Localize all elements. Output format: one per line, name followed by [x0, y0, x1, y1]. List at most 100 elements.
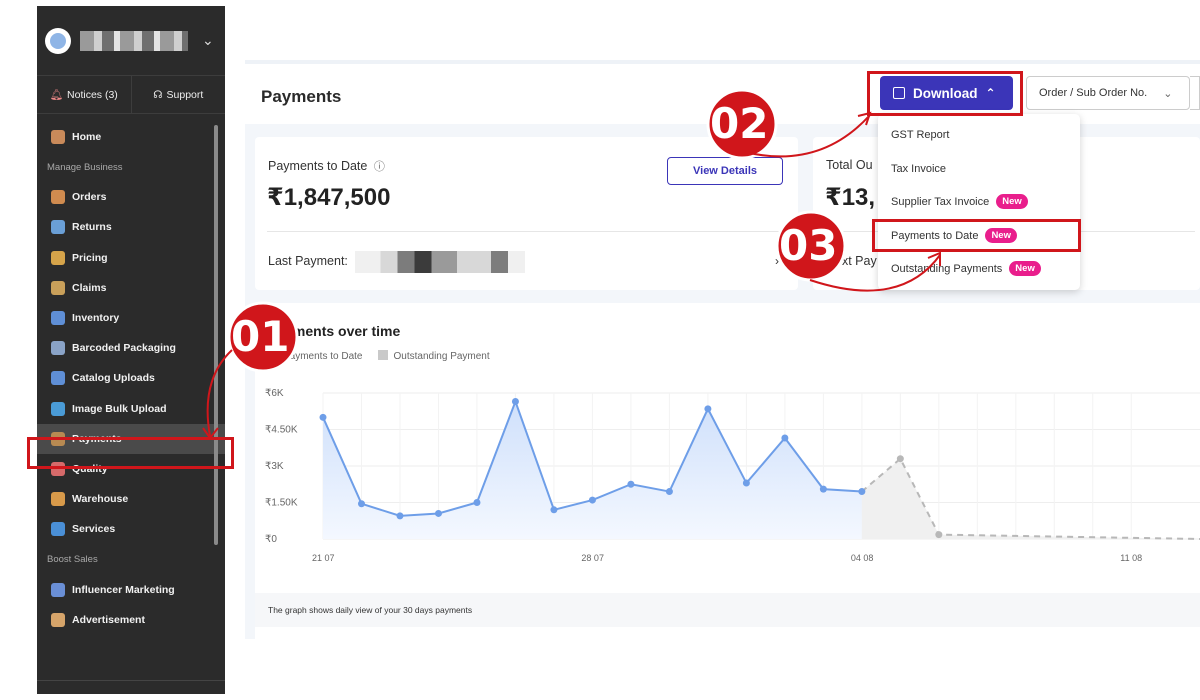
sidebar-item-advertisement[interactable]: Advertisement	[37, 605, 225, 635]
total-outstanding-value: ₹13,	[825, 184, 876, 211]
sidebar-item-orders[interactable]: Orders	[37, 182, 225, 212]
data-point	[781, 434, 789, 442]
y-tick-label: ₹6K	[265, 388, 284, 399]
sidebar-item-returns[interactable]: Returns	[37, 212, 225, 242]
sidebar-footer	[37, 680, 225, 694]
headset-icon: ☊	[153, 88, 163, 101]
account-switcher[interactable]: ⌄	[37, 6, 225, 76]
annotation-box-payments-to-date	[872, 219, 1081, 252]
catalog-icon	[51, 371, 65, 386]
x-tick-label: 04 08	[851, 553, 874, 563]
sidebar-item-home[interactable]: Home	[37, 122, 225, 152]
sidebar-item-label: Returns	[72, 221, 112, 234]
sidebar-item-services[interactable]: Services	[37, 514, 225, 544]
services-icon	[51, 522, 65, 537]
sidebar-item-label: Catalog Uploads	[72, 372, 155, 385]
new-badge: New	[1009, 261, 1041, 276]
order-search-select[interactable]: Order / Sub Order No. ⌄	[1026, 76, 1190, 110]
data-point	[819, 485, 827, 493]
page-title: Payments	[261, 87, 342, 106]
view-details-button[interactable]: View Details	[667, 157, 783, 185]
sidebar-item-image-bulk-upload[interactable]: Image Bulk Upload	[37, 394, 225, 424]
data-point	[511, 398, 519, 406]
sidebar-item-warehouse[interactable]: Warehouse	[37, 484, 225, 514]
legend-outstanding-payment[interactable]: Outstanding Payment	[378, 350, 490, 362]
image-upload-icon	[51, 401, 65, 416]
sidebar-item-label: Claims	[72, 281, 107, 294]
data-point	[742, 479, 750, 487]
x-tick-label: 11 08	[1120, 553, 1142, 563]
inventory-icon	[51, 311, 65, 326]
chart-legend: Payments to Date Outstanding Payment	[268, 350, 490, 362]
data-point	[665, 488, 673, 496]
sidebar-item-label: Orders	[72, 191, 107, 204]
download-dropdown-menu: GST Report Tax Invoice Supplier Tax Invo…	[878, 114, 1080, 290]
data-point	[357, 500, 365, 508]
returns-icon	[51, 220, 65, 235]
sidebar-item-label: Advertisement	[72, 613, 145, 626]
last-payment-redacted	[355, 251, 525, 273]
payments-to-date-card: Payments to Date ⓘ ₹1,847,500 View Detai…	[255, 137, 798, 290]
home-icon	[51, 130, 65, 145]
menu-item-supplier-tax-invoice[interactable]: Supplier Tax Invoice New	[891, 194, 1028, 209]
sidebar-item-pricing[interactable]: Pricing	[37, 243, 225, 273]
graph-footnote: The graph shows daily view of your 30 da…	[255, 593, 1200, 627]
y-tick-label: ₹4.50K	[265, 425, 298, 436]
annotation-box-payments	[27, 437, 234, 469]
sidebar-item-label: Inventory	[72, 312, 120, 325]
sidebar-section-heading: Manage Business	[47, 161, 123, 173]
payments-to-date-value: ₹1,847,500	[267, 184, 391, 211]
support-button[interactable]: ☊ Support	[132, 76, 226, 113]
x-tick-label: 28 07	[581, 553, 604, 563]
pricing-icon	[51, 250, 65, 265]
sidebar-item-claims[interactable]: Claims	[37, 273, 225, 303]
sidebar-item-label: Services	[72, 523, 116, 536]
data-point	[627, 480, 635, 488]
annotation-box-download	[867, 71, 1023, 116]
series-area-outstanding	[861, 458, 1200, 539]
sidebar-item-label: Barcoded Packaging	[72, 342, 176, 355]
sidebar-item-inventory[interactable]: Inventory	[37, 303, 225, 333]
megaphone-icon	[51, 612, 65, 627]
sidebar-item-barcoded-packaging[interactable]: Barcoded Packaging	[37, 333, 225, 363]
data-point	[473, 499, 481, 506]
data-point	[588, 496, 596, 504]
data-point	[396, 512, 404, 520]
menu-item-gst-report[interactable]: GST Report	[891, 129, 950, 141]
y-tick-label: ₹0	[265, 534, 277, 545]
sidebar-item-influencer-marketing[interactable]: Influencer Marketing	[37, 574, 225, 604]
notices-button[interactable]: 🔔︎ Notices (3)	[37, 76, 132, 113]
annotation-number: 01	[231, 312, 290, 361]
chevron-down-icon[interactable]: ⌄	[202, 32, 214, 49]
store-logo	[45, 27, 71, 54]
line-chart: ₹0 ₹1.50K ₹3K ₹4.50K ₹6K 21 07 28 07 04 08 11 08	[265, 388, 1200, 563]
warehouse-icon	[51, 492, 65, 507]
data-point	[434, 509, 442, 517]
total-outstanding-label: Total Ou	[826, 158, 873, 172]
store-name-redacted	[80, 30, 188, 51]
menu-item-outstanding-payments[interactable]: Outstanding Payments New	[891, 261, 1041, 276]
sidebar-item-label: Influencer Marketing	[72, 583, 175, 596]
sidebar-item-label: Image Bulk Upload	[72, 402, 167, 415]
sidebar: ⌄ 🔔︎ Notices (3) ☊ Support Home Manage Bu…	[37, 6, 225, 694]
x-tick-label: 21 07	[312, 553, 335, 563]
orders-icon	[51, 190, 65, 205]
bell-icon: 🔔︎	[49, 89, 64, 101]
last-payment-label: Last Payment:	[268, 254, 348, 268]
sidebar-scrollbar[interactable]	[214, 125, 218, 545]
data-point	[319, 413, 327, 421]
data-point	[896, 455, 904, 463]
sidebar-nav: Home Manage Business Orders Returns Pricing C…	[37, 114, 225, 635]
annotation-number: 02	[710, 99, 769, 148]
data-point	[704, 405, 712, 413]
sidebar-item-label: Home	[72, 131, 102, 144]
new-badge: New	[996, 194, 1028, 209]
claims-icon	[51, 280, 65, 295]
info-icon[interactable]: ⓘ	[374, 161, 385, 173]
payments-graph: ₹0 ₹1.50K ₹3K ₹4.50K ₹6K 21 07 28 07 04 08 11 08…	[255, 303, 1200, 639]
annotation-number: 03	[779, 221, 838, 270]
menu-item-tax-invoice[interactable]: Tax Invoice	[891, 163, 946, 175]
barcode-icon	[51, 341, 65, 356]
sidebar-item-catalog-uploads[interactable]: Catalog Uploads	[37, 363, 225, 393]
payments-to-date-label: Payments to Date ⓘ	[268, 159, 385, 173]
